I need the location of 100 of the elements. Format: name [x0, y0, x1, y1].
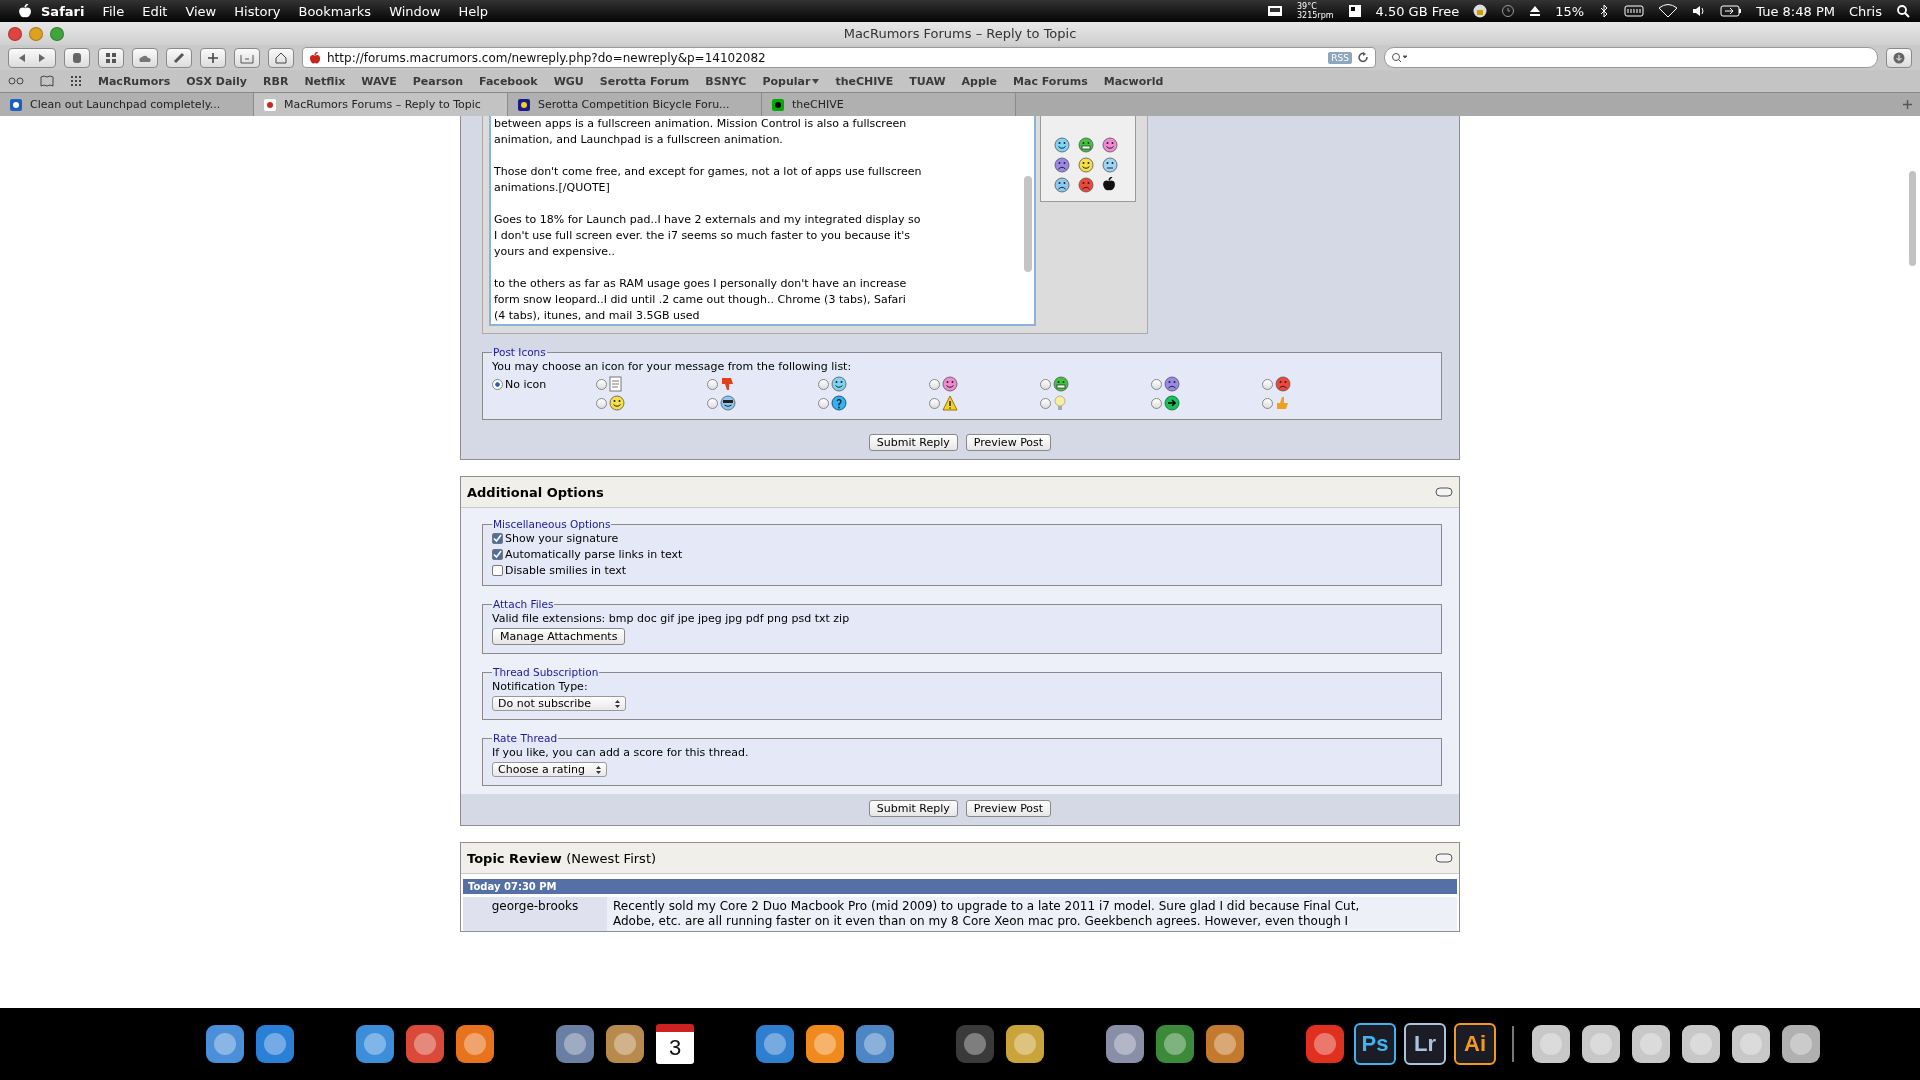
bookmark-link[interactable]: MacRumors: [98, 74, 171, 88]
bookmark-link[interactable]: WGU: [553, 74, 584, 88]
app-icon[interactable]: Lr: [1404, 1023, 1446, 1065]
home-button[interactable]: [268, 47, 294, 68]
radio-button[interactable]: [596, 397, 607, 409]
checkbox[interactable]: [492, 565, 503, 576]
radio-button[interactable]: [1262, 378, 1273, 390]
app-icon[interactable]: [254, 1023, 296, 1065]
menu-item[interactable]: Edit: [133, 3, 177, 19]
new-tab-icon[interactable]: [1903, 100, 1912, 109]
notification-select[interactable]: Do not subscribe: [492, 696, 626, 711]
message-field[interactable]: between apps is a fullscreen animation. Mission Control is also a fullscreen animation, and Launchpad is a fullscreen animation. Those don't come free, and except for games, not a lot of apps use fullscreen animations.[/QUOTE] Goes to 18% for Launch pad..I have 2 externals and my integrated display so I don't use full screen ever. the i7 seems so much faster to you because it's yours and expensive.. to the others as far as RAM usage goes I personally don't have an increase form snow leopard..I did until .2 came out though.. Chrome (3 tabs), Safari (4 tabs), itunes, and mail 3.5GB used: [489, 116, 1036, 326]
radio-button[interactable]: [818, 397, 829, 409]
bookmark-link[interactable]: OSX Daily: [186, 74, 248, 88]
app-icon[interactable]: Ai: [1454, 1023, 1496, 1065]
preview-button[interactable]: Preview Post: [965, 434, 1052, 451]
menu-item[interactable]: File: [93, 3, 134, 19]
memory-status[interactable]: 4.50 GB Free: [1375, 3, 1460, 19]
radio-button[interactable]: [1151, 378, 1162, 390]
bookmark-link[interactable]: Macworld: [1103, 74, 1164, 88]
reload-icon[interactable]: [1358, 52, 1369, 63]
bookmark-link[interactable]: Facebook: [479, 74, 538, 88]
address-field[interactable]: http://forums.macrumors.com/newreply.php?do=newreply&p=14102082 RSS: [302, 47, 1376, 68]
back-forward-button[interactable]: [8, 47, 56, 68]
app-icon[interactable]: [1154, 1023, 1196, 1065]
app-icon[interactable]: [1204, 1023, 1246, 1065]
menu-item[interactable]: Window: [380, 3, 450, 19]
bookmark-link[interactable]: WAVE: [361, 74, 397, 88]
browser-tab[interactable]: theCHIVE: [762, 93, 1016, 116]
radio-button[interactable]: [596, 378, 607, 390]
bookmark-link[interactable]: BSNYC: [705, 74, 747, 88]
app-icon[interactable]: [854, 1023, 896, 1065]
toolbar-button[interactable]: [132, 47, 158, 68]
toolbar-button[interactable]: [166, 47, 192, 68]
app-icon[interactable]: [1630, 1023, 1672, 1065]
bookmark-link[interactable]: Apple: [961, 74, 998, 88]
radio-button[interactable]: [707, 397, 718, 409]
app-icon[interactable]: [204, 1023, 246, 1065]
app-icon[interactable]: [1780, 1023, 1822, 1065]
radio-button[interactable]: [1040, 378, 1051, 390]
bookmark-link[interactable]: Serotta Forum: [599, 74, 690, 88]
app-icon[interactable]: [754, 1023, 796, 1065]
app-icon[interactable]: [554, 1023, 596, 1065]
app-icon[interactable]: [1530, 1023, 1572, 1065]
zoom-button[interactable]: [50, 26, 64, 41]
search-field[interactable]: [1384, 47, 1878, 68]
app-icon[interactable]: [804, 1023, 846, 1065]
bookmark-link[interactable]: TUAW: [909, 74, 946, 88]
radio-button[interactable]: [1151, 397, 1162, 409]
radio-button[interactable]: [1040, 397, 1051, 409]
toolbar-button[interactable]: [64, 47, 90, 68]
scrollbar-thumb[interactable]: [1909, 171, 1916, 266]
app-icon[interactable]: [1004, 1023, 1046, 1065]
submit-button[interactable]: Submit Reply: [868, 434, 958, 451]
reading-list-icon[interactable]: [8, 76, 24, 86]
checkbox[interactable]: [492, 549, 503, 560]
checkbox[interactable]: [492, 533, 503, 544]
app-icon[interactable]: [604, 1023, 646, 1065]
preview-button[interactable]: Preview Post: [965, 800, 1052, 817]
collapse-icon[interactable]: [1435, 853, 1453, 863]
app-icon[interactable]: [1680, 1023, 1722, 1065]
menu-item[interactable]: View: [176, 3, 226, 19]
menu-item[interactable]: Safari: [32, 3, 94, 19]
menu-item[interactable]: History: [225, 3, 290, 19]
app-icon[interactable]: Ps: [1354, 1023, 1396, 1065]
toolbar-button[interactable]: [98, 47, 124, 68]
browser-tab[interactable]: MacRumors Forums – Reply to Topic: [254, 93, 508, 116]
app-icon[interactable]: [1730, 1023, 1772, 1065]
browser-tab[interactable]: Clean out Launchpad completely...: [0, 93, 254, 116]
book-icon[interactable]: [40, 75, 54, 87]
scrollbar-thumb[interactable]: [1024, 176, 1032, 272]
calendar-app-icon[interactable]: 3: [656, 1024, 694, 1064]
menu-item[interactable]: Help: [449, 3, 498, 19]
bookmark-link[interactable]: Mac Forums: [1013, 74, 1088, 88]
app-icon[interactable]: [1304, 1023, 1346, 1065]
menu-clock[interactable]: Tue 8:48 PM: [1756, 3, 1835, 19]
close-button[interactable]: [8, 26, 22, 41]
bookmark-link[interactable]: RBR: [263, 74, 289, 88]
bookmark-link[interactable]: Pearson: [412, 74, 464, 88]
toolbar-button[interactable]: [234, 47, 260, 68]
app-icon[interactable]: [404, 1023, 446, 1065]
battery-percent[interactable]: 15%: [1555, 3, 1585, 19]
bookmark-link[interactable]: theCHIVE: [835, 74, 894, 88]
user-name[interactable]: Chris: [1848, 3, 1882, 19]
add-button[interactable]: [200, 47, 226, 68]
bookmark-folder[interactable]: Popular: [762, 74, 820, 88]
radio-button[interactable]: [929, 378, 940, 390]
app-icon[interactable]: [1580, 1023, 1622, 1065]
app-icon[interactable]: [1104, 1023, 1146, 1065]
manage-attachments-button[interactable]: Manage Attachments: [492, 628, 626, 645]
radio-button[interactable]: [707, 378, 718, 390]
collapse-icon[interactable]: [1435, 487, 1453, 497]
radio-button[interactable]: [492, 378, 503, 390]
radio-button[interactable]: [929, 397, 940, 409]
app-icon[interactable]: [454, 1023, 496, 1065]
bookmark-link[interactable]: Netflix: [304, 74, 346, 88]
menu-item[interactable]: Bookmarks: [289, 3, 381, 19]
browser-tab[interactable]: Serotta Competition Bicycle Foru...: [508, 93, 762, 116]
app-icon[interactable]: [354, 1023, 396, 1065]
radio-button[interactable]: [818, 378, 829, 390]
